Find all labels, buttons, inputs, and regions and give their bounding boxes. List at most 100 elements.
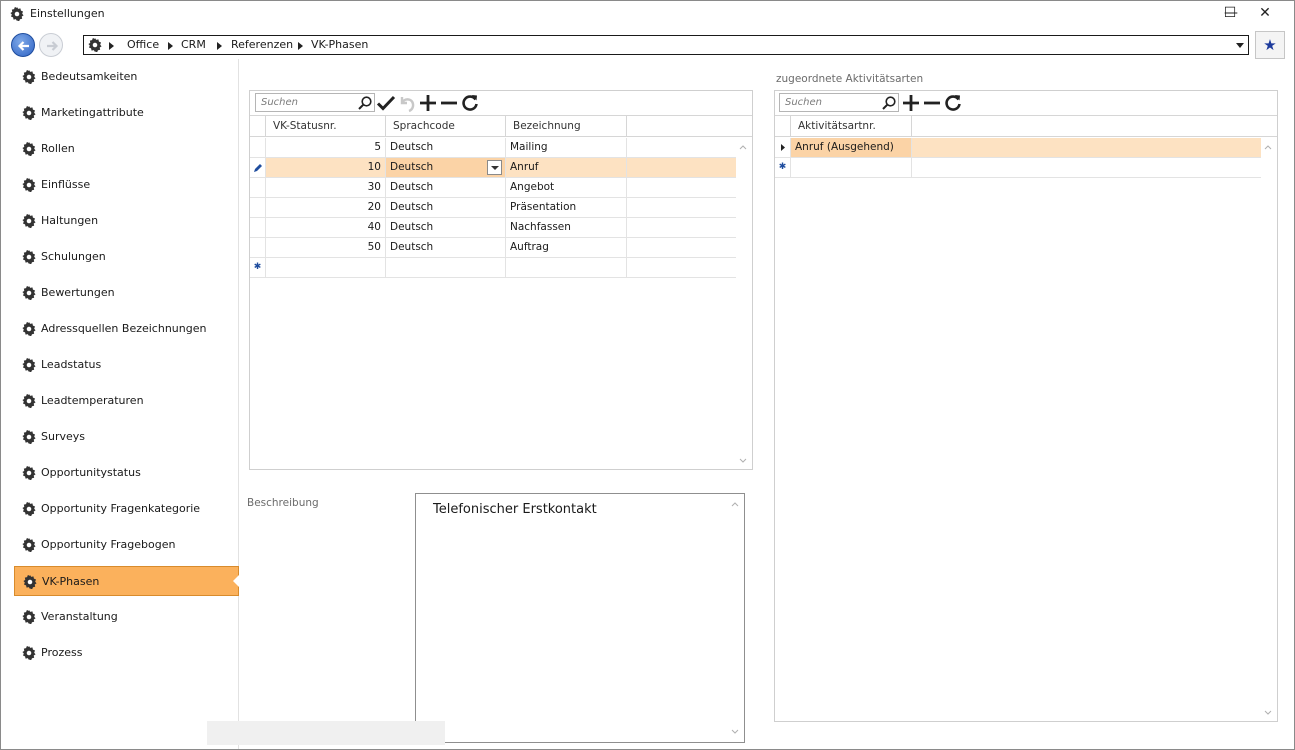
add-icon[interactable]	[901, 93, 921, 113]
back-button[interactable]	[11, 33, 35, 57]
new-row-indicator: ✱	[250, 258, 266, 277]
sidebar-item-einflüsse[interactable]: Einflüsse	[14, 170, 239, 200]
cell-bezeichnung[interactable]: Anruf	[506, 158, 627, 177]
sprachcode-dropdown-button[interactable]	[487, 160, 502, 175]
chevron-down-icon[interactable]	[1264, 709, 1272, 717]
close-button[interactable]: ✕	[1249, 3, 1281, 23]
breadcrumb-item-office[interactable]: Office	[127, 38, 159, 51]
sidebar-item-vk-phasen[interactable]: VK-Phasen	[14, 566, 239, 596]
maximize-button[interactable]: ☐	[1214, 3, 1246, 23]
sidebar-item-prozess[interactable]: Prozess	[14, 638, 239, 668]
sidebar-item-schulungen[interactable]: Schulungen	[14, 242, 239, 272]
cell-empty	[627, 218, 736, 237]
current-row-indicator	[775, 138, 791, 157]
cell-vk-statusnr[interactable]: 5	[266, 138, 386, 157]
sidebar-item-veranstaltung[interactable]: Veranstaltung	[14, 602, 239, 632]
cell-bezeichnung[interactable]: Auftrag	[506, 238, 627, 257]
sidebar-item-leadtemperaturen[interactable]: Leadtemperaturen	[14, 386, 239, 416]
sidebar-item-bedeutsamkeiten[interactable]: Bedeutsamkeiten	[14, 62, 239, 92]
chevron-up-icon[interactable]	[739, 143, 747, 151]
activities-search-input[interactable]: Suchen	[779, 93, 899, 112]
table-row[interactable]: 10 Deutsch Anruf	[250, 158, 736, 178]
sidebar-item-marketingattribute[interactable]: Marketingattribute	[14, 98, 239, 128]
breadcrumb-item-crm[interactable]: CRM	[181, 38, 206, 51]
cell-vk-statusnr[interactable]: 40	[266, 218, 386, 237]
gear-icon	[22, 214, 36, 228]
search-icon[interactable]	[881, 95, 897, 111]
cell-sprachcode[interactable]: Deutsch	[386, 198, 506, 217]
cell-bezeichnung[interactable]: Mailing	[506, 138, 627, 157]
cell-bezeichnung[interactable]: Angebot	[506, 178, 627, 197]
table-row[interactable]: 5 Deutsch Mailing	[250, 138, 736, 158]
column-header-aktivitaetsartnr[interactable]: Aktivitätsartnr.	[791, 116, 912, 137]
sidebar-item-label: Schulungen	[41, 250, 106, 263]
search-icon[interactable]	[357, 95, 373, 111]
breadcrumb-item-vk-phasen[interactable]: VK-Phasen	[311, 38, 368, 51]
cell-sprachcode-value: Deutsch	[390, 221, 434, 233]
cell-sprachcode[interactable]: Deutsch	[386, 218, 506, 237]
add-icon[interactable]	[418, 93, 438, 113]
description-label: Beschreibung	[247, 497, 319, 509]
cell-vk-statusnr[interactable]: 30	[266, 178, 386, 197]
cell-vk-statusnr[interactable]: 20	[266, 198, 386, 217]
sidebar-item-adressquellen-bezeichnungen[interactable]: Adressquellen Bezeichnungen	[14, 314, 239, 344]
chevron-down-icon[interactable]	[731, 728, 739, 736]
sidebar-item-bewertungen[interactable]: Bewertungen	[14, 278, 239, 308]
sidebar-item-label: Prozess	[41, 646, 83, 659]
cell-bezeichnung[interactable]: Präsentation	[506, 198, 627, 217]
cell-aktivitaetsart[interactable]: Anruf (Ausgehend)	[791, 138, 912, 157]
sidebar-item-opportunity-fragebogen[interactable]: Opportunity Fragebogen	[14, 530, 239, 560]
description-scrollbar[interactable]	[728, 496, 744, 740]
favorites-button[interactable]: ★	[1255, 31, 1285, 59]
check-icon[interactable]	[376, 93, 396, 113]
column-header-sprachcode[interactable]: Sprachcode	[386, 116, 506, 137]
new-row-indicator: ✱	[775, 158, 791, 177]
cell-sprachcode[interactable]: Deutsch	[386, 158, 506, 177]
remove-icon[interactable]	[922, 93, 942, 113]
refresh-icon[interactable]	[460, 93, 480, 113]
chevron-up-icon[interactable]	[1264, 143, 1272, 151]
breadcrumb[interactable]: Office CRM Referenzen VK-Phasen	[83, 35, 1249, 55]
refresh-icon[interactable]	[943, 93, 963, 113]
new-row[interactable]: ✱	[250, 258, 736, 278]
cell-vk-statusnr[interactable]: 10	[266, 158, 386, 177]
cell-aktivitaetsart[interactable]	[791, 158, 912, 177]
description-field[interactable]: Telefonischer Erstkontakt	[415, 493, 745, 743]
breadcrumb-item-referenzen[interactable]: Referenzen	[231, 38, 293, 51]
description-text[interactable]: Telefonischer Erstkontakt	[433, 502, 597, 517]
gear-icon	[22, 610, 36, 624]
cell-vk-statusnr[interactable]	[266, 258, 386, 277]
cell-vk-statusnr[interactable]: 50	[266, 238, 386, 257]
new-row[interactable]: ✱	[775, 158, 1261, 178]
sidebar-item-opportunitystatus[interactable]: Opportunitystatus	[14, 458, 239, 488]
cell-sprachcode[interactable]: Deutsch	[386, 138, 506, 157]
column-header-bezeichnung[interactable]: Bezeichnung	[506, 116, 627, 137]
cell-bezeichnung[interactable]	[506, 258, 627, 277]
phases-search-input[interactable]: Suchen	[255, 93, 375, 112]
chevron-down-icon[interactable]	[739, 457, 747, 465]
cell-sprachcode[interactable]: Deutsch	[386, 238, 506, 257]
sidebar-item-leadstatus[interactable]: Leadstatus	[14, 350, 239, 380]
table-row[interactable]: 20 Deutsch Präsentation	[250, 198, 736, 218]
remove-icon[interactable]	[439, 93, 459, 113]
table-row[interactable]: 50 Deutsch Auftrag	[250, 238, 736, 258]
chevron-down-icon[interactable]	[1236, 43, 1244, 48]
sidebar-item-opportunity-fragenkategorie[interactable]: Opportunity Fragenkategorie	[14, 494, 239, 524]
asterisk-icon: ✱	[253, 262, 262, 272]
table-row[interactable]: Anruf (Ausgehend)	[775, 138, 1261, 158]
cell-sprachcode[interactable]: Deutsch	[386, 178, 506, 197]
table-row[interactable]: 40 Deutsch Nachfassen	[250, 218, 736, 238]
undo-icon[interactable]	[397, 93, 417, 113]
sidebar-item-surveys[interactable]: Surveys	[14, 422, 239, 452]
forward-button[interactable]	[39, 33, 63, 57]
chevron-up-icon[interactable]	[731, 500, 739, 508]
sidebar-item-rollen[interactable]: Rollen	[14, 134, 239, 164]
row-indicator	[250, 178, 266, 197]
activities-scrollbar[interactable]	[1261, 139, 1277, 721]
cell-sprachcode[interactable]	[386, 258, 506, 277]
sidebar-item-haltungen[interactable]: Haltungen	[14, 206, 239, 236]
cell-bezeichnung[interactable]: Nachfassen	[506, 218, 627, 237]
phases-scrollbar[interactable]	[736, 139, 752, 469]
column-header-vk-statusnr[interactable]: VK-Statusnr.	[266, 116, 386, 137]
table-row[interactable]: 30 Deutsch Angebot	[250, 178, 736, 198]
